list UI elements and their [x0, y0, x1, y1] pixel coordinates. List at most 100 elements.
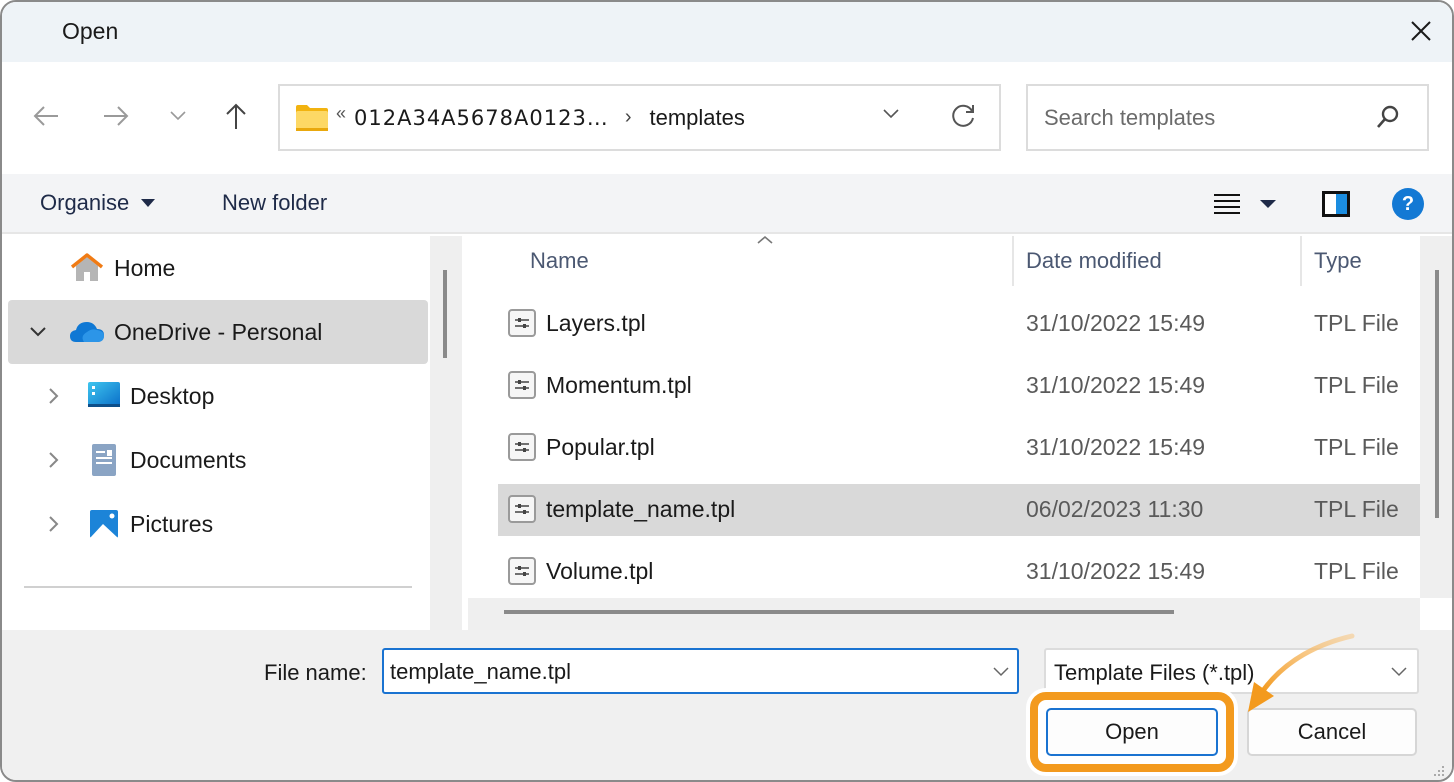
window-title: Open	[62, 18, 119, 44]
file-row[interactable]: template_name.tpl 06/02/2023 11:30 TPL Fil…	[498, 484, 1420, 536]
sidebar-label: Home	[114, 254, 176, 281]
file-type-dropdown[interactable]	[1391, 664, 1407, 682]
file-type: TPL File	[1314, 434, 1399, 460]
documents-folder-icon	[92, 444, 116, 476]
breadcrumb-separator[interactable]: ›	[625, 106, 632, 129]
column-header-date[interactable]: Date modified	[1026, 248, 1162, 274]
forward-button[interactable]	[98, 98, 134, 134]
file-row[interactable]: Popular.tpl 31/10/2022 15:49 TPL File	[498, 422, 1420, 474]
file-name-dropdown[interactable]	[993, 664, 1009, 682]
file-date: 06/02/2023 11:30	[1026, 496, 1204, 522]
search-button[interactable]	[1375, 104, 1401, 135]
file-type: TPL File	[1314, 372, 1399, 398]
expand-toggle[interactable]	[44, 386, 64, 406]
file-list-horizontal-scrollbar[interactable]	[468, 598, 1420, 630]
sidebar-item-home[interactable]: Home	[8, 236, 428, 300]
home-icon	[70, 253, 104, 281]
template-file-icon	[508, 433, 536, 461]
file-name-input[interactable]	[390, 656, 980, 688]
file-date: 31/10/2022 15:49	[1026, 558, 1206, 584]
onedrive-cloud-icon	[70, 322, 104, 342]
address-bar[interactable]: « 012A34A5678A0123… › templates	[278, 84, 1001, 151]
search-input[interactable]	[1044, 100, 1364, 136]
file-date: 31/10/2022 15:49	[1026, 310, 1206, 336]
open-dialog: Open « 012A34A5678A0123… › templates Sea…	[0, 0, 1454, 782]
back-button[interactable]	[28, 98, 64, 134]
search-icon	[1377, 105, 1399, 128]
file-name-label: File name:	[264, 660, 367, 685]
template-file-icon	[508, 557, 536, 585]
file-date: 31/10/2022 15:49	[1026, 434, 1206, 460]
column-header-name[interactable]: Name	[530, 248, 589, 274]
desktop-folder-icon	[88, 382, 120, 407]
chevron-down-icon	[30, 327, 46, 337]
overflow-chevron[interactable]: «	[336, 103, 346, 124]
sidebar-divider	[24, 586, 412, 588]
up-button[interactable]	[218, 98, 254, 134]
file-type: TPL File	[1314, 310, 1399, 336]
sidebar-item-desktop[interactable]: Desktop	[8, 364, 428, 428]
sidebar-item-onedrive[interactable]: OneDrive - Personal	[8, 300, 428, 364]
expand-toggle[interactable]	[28, 322, 48, 342]
organise-label: Organise	[40, 190, 130, 215]
scrollbar-thumb[interactable]	[504, 610, 1174, 614]
view-options-dropdown[interactable]	[1260, 200, 1276, 208]
sidebar-item-documents[interactable]: Documents	[8, 428, 428, 492]
search-box[interactable]	[1026, 84, 1429, 151]
template-file-icon	[508, 309, 536, 337]
file-date: 31/10/2022 15:49	[1026, 372, 1206, 398]
new-folder-button[interactable]: New folder	[222, 190, 327, 216]
file-row[interactable]: Layers.tpl 31/10/2022 15:49 TPL File	[498, 298, 1420, 350]
sidebar-label: Desktop	[130, 382, 215, 409]
template-file-icon	[508, 495, 536, 523]
file-type-value: Template Files (*.tpl)	[1054, 660, 1255, 685]
file-type-select[interactable]: Template Files (*.tpl)	[1044, 648, 1419, 694]
column-divider[interactable]	[1300, 236, 1302, 286]
address-history-dropdown[interactable]	[883, 106, 899, 124]
expand-toggle[interactable]	[44, 514, 64, 534]
organise-button[interactable]: Organise	[40, 190, 156, 216]
cancel-button[interactable]: Cancel	[1247, 708, 1417, 756]
chevron-down-icon	[883, 109, 899, 119]
help-button[interactable]: ?	[1392, 188, 1424, 220]
column-divider[interactable]	[1012, 236, 1014, 286]
list-view-icon	[1214, 194, 1240, 214]
file-type: TPL File	[1314, 496, 1399, 522]
scrollbar-thumb[interactable]	[443, 270, 447, 358]
refresh-button[interactable]	[949, 102, 977, 135]
sidebar-label: Pictures	[130, 510, 214, 537]
sidebar-scrollbar[interactable]	[430, 236, 462, 630]
file-list-vertical-scrollbar[interactable]	[1420, 236, 1452, 598]
resize-grip-icon[interactable]	[1432, 764, 1446, 778]
dialog-footer: File name: Template Files (*.tpl)	[2, 630, 1452, 780]
file-row[interactable]: Momentum.tpl 31/10/2022 15:49 TPL File	[498, 360, 1420, 412]
chevron-down-icon	[170, 111, 186, 121]
file-name-combobox[interactable]	[382, 648, 1019, 694]
folder-icon	[296, 104, 328, 131]
column-header-type[interactable]: Type	[1314, 248, 1362, 274]
arrow-left-icon	[33, 106, 58, 126]
navigation-bar: « 012A34A5678A0123… › templates	[2, 62, 1452, 174]
file-name: Popular.tpl	[546, 434, 655, 460]
file-list: Name Date modified Type Layers.tpl 31/10/…	[468, 235, 1420, 598]
pictures-folder-icon	[90, 510, 118, 538]
new-folder-label: New folder	[222, 190, 328, 215]
chevron-right-icon	[49, 516, 59, 532]
command-bar: Organise New folder ?	[2, 174, 1452, 234]
sidebar-item-pictures[interactable]: Pictures	[8, 492, 428, 556]
preview-pane-button[interactable]	[1322, 191, 1350, 217]
change-view-button[interactable]	[1212, 188, 1242, 218]
open-button[interactable]: Open	[1046, 708, 1218, 756]
close-button[interactable]	[1404, 14, 1438, 48]
breadcrumb-parent[interactable]: 012A34A5678A0123…	[354, 106, 609, 130]
breadcrumb-current[interactable]: templates	[649, 105, 744, 131]
scrollbar-corner	[1420, 598, 1452, 630]
navigation-pane: Home OneDrive - Personal Desktop Documen…	[2, 236, 430, 630]
file-name: Layers.tpl	[546, 310, 646, 336]
title-bar: Open	[2, 2, 1452, 62]
file-row[interactable]: Volume.tpl 31/10/2022 15:49 TPL File	[498, 546, 1420, 598]
recent-locations-button[interactable]	[160, 98, 196, 134]
scrollbar-thumb[interactable]	[1435, 270, 1439, 518]
expand-toggle[interactable]	[44, 450, 64, 470]
sidebar-label: OneDrive - Personal	[114, 318, 323, 345]
